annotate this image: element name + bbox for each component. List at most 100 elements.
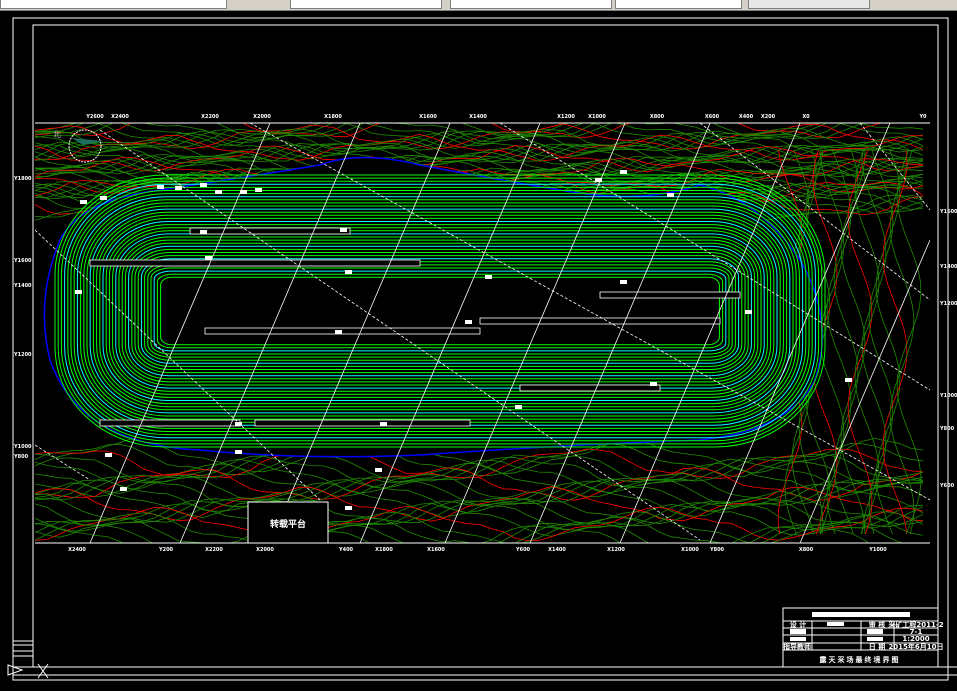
coord-label-bottom: X1000 (681, 547, 699, 553)
bench-elevation-box (650, 382, 657, 386)
coord-label-top: Y2600 (85, 114, 104, 120)
bench-elevation-box (80, 200, 87, 204)
bench-elevation-box (465, 320, 472, 324)
coord-label-top: X2200 (201, 114, 219, 120)
coord-label-bottom: Y400 (338, 547, 354, 553)
coord-label-top: X1400 (469, 114, 487, 120)
bench-elevation-box (157, 185, 164, 189)
bench-elevation-box (620, 170, 627, 174)
terrain-contour-line (826, 149, 852, 535)
bench-elevation-box (515, 405, 522, 409)
coord-label-top: X2400 (111, 114, 129, 120)
instructor-label: 指导教师 (783, 642, 811, 651)
coord-label-top: X1000 (588, 114, 606, 120)
bench-elevation-box (120, 487, 127, 491)
coord-label-bottom: X1800 (375, 547, 393, 553)
coord-label-right: Y1200 (939, 301, 957, 307)
haul-road (519, 384, 661, 392)
coord-label-bottom: Y1000 (868, 547, 887, 553)
coord-label-left: Y1800 (13, 176, 32, 182)
coord-label-top: X800 (650, 114, 665, 120)
open-pit-benches (43, 156, 826, 458)
scale-value: 1:2000 (902, 635, 929, 643)
toolbar (0, 0, 957, 11)
coord-label-bottom: X2000 (256, 547, 274, 553)
date-value: 2015年6月10日 (888, 642, 943, 651)
bench-elevation-box (205, 256, 212, 260)
coord-label-bottom: Y600 (515, 547, 531, 553)
coord-label-top: X1200 (557, 114, 575, 120)
bench-elevation-box (175, 186, 182, 190)
haul-road (479, 317, 721, 325)
layer-dropdown[interactable] (0, 0, 227, 9)
transfer-platform: 转载平台 (247, 501, 329, 544)
coord-label-top: X1800 (324, 114, 342, 120)
date-label: 日 期 (869, 642, 885, 651)
coord-label-bottom: X2200 (205, 547, 223, 553)
bench-elevation-box (105, 453, 112, 457)
bench-elevation-box (485, 275, 492, 279)
coord-label-right: Y600 (939, 483, 955, 489)
coord-label-left: Y1200 (13, 352, 32, 358)
coord-label-bottom: X1600 (427, 547, 445, 553)
coord-label-top: X200 (761, 114, 776, 120)
linetype-dropdown[interactable] (450, 0, 612, 9)
bench-elevation-box (335, 330, 342, 334)
coord-label-top: X2000 (253, 114, 271, 120)
coord-label-right: Y1000 (939, 393, 957, 399)
bench-elevation-box (255, 188, 262, 192)
bench-elevation-box (845, 378, 852, 382)
plotstyle-dropdown[interactable] (748, 0, 870, 9)
bench-elevation-box (235, 450, 242, 454)
drawing-title: 露天采场最终境界图 (820, 655, 901, 664)
review-label: 审 核 (869, 620, 885, 629)
bench-elevation-box (215, 190, 222, 194)
bench-elevation-box (375, 468, 382, 472)
bench-elevation-box (745, 310, 752, 314)
bench-elevation-box (100, 196, 107, 200)
coord-label-bottom: X2400 (68, 547, 86, 553)
drawing-canvas[interactable]: Y2600 X2400 X2200 X2000 X1800 X1600 X1400 X1200… (0, 11, 957, 691)
bench-elevation-box (345, 270, 352, 274)
lineweight-dropdown[interactable] (615, 0, 742, 9)
coord-label-bottom: X800 (799, 547, 814, 553)
bench-elevation-box (345, 506, 352, 510)
bench-elevation-box (75, 290, 82, 294)
haul-road (189, 227, 351, 235)
title-bar (812, 612, 910, 617)
coord-label-left: Y1600 (13, 258, 32, 264)
coord-label-left: Y800 (13, 454, 29, 460)
haul-road (204, 327, 481, 335)
terrain-contour-line (819, 149, 845, 535)
terrain-contour-line (34, 462, 924, 498)
bench-elevation-box (200, 230, 207, 234)
haul-road (599, 291, 741, 299)
coord-label-top: X400 (739, 114, 754, 120)
coord-label-bottom: Y200 (158, 547, 174, 553)
coord-label-bottom: Y800 (709, 547, 725, 553)
bench-elevation-box (200, 183, 207, 187)
bench-elevation-box (340, 228, 347, 232)
color-dropdown[interactable] (290, 0, 442, 9)
coord-label-right: Y1600 (939, 209, 957, 215)
coord-label-bottom: X1200 (607, 547, 625, 553)
platform-label: 转载平台 (270, 518, 306, 530)
bench-elevation-box (620, 280, 627, 284)
coord-label-top: Y0 (918, 114, 927, 120)
coord-label-right: Y1400 (939, 264, 957, 270)
bench-elevation-box (667, 193, 674, 197)
terrain-contour-line (34, 497, 924, 528)
coord-label-top: X1600 (419, 114, 437, 120)
bench-elevation-box (380, 422, 387, 426)
haul-road (99, 419, 241, 427)
design-label: 设 计 (790, 620, 806, 629)
coord-label-right: Y800 (939, 426, 955, 432)
coord-label-top: X0 (802, 114, 810, 120)
coord-label-left: Y1000 (13, 444, 32, 450)
haul-road (89, 259, 421, 267)
north-label: 北 (53, 130, 61, 139)
coord-label-top: X600 (705, 114, 720, 120)
haul-road (254, 419, 471, 427)
coord-label-left: Y1400 (13, 283, 32, 289)
coord-label-bottom: X1400 (548, 547, 566, 553)
